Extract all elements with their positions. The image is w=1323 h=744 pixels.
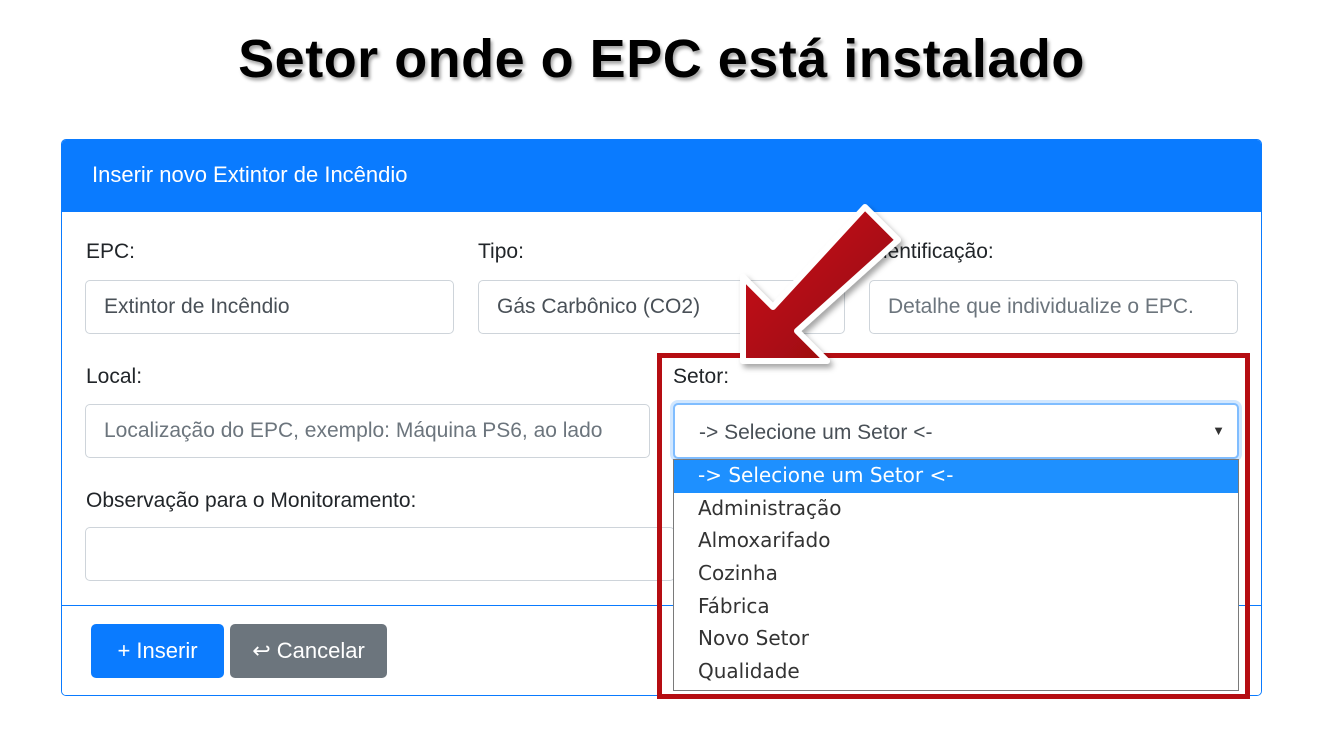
identificacao-label: Identificação: bbox=[870, 240, 994, 263]
epc-label: EPC: bbox=[86, 240, 136, 263]
setor-option[interactable]: Fábrica bbox=[674, 591, 1238, 624]
tipo-field[interactable]: Gás Carbônico (CO2) bbox=[478, 280, 845, 334]
observacao-label: Observação para o Monitoramento: bbox=[86, 489, 417, 512]
setor-select[interactable]: -> Selecione um Setor <- ▼ bbox=[673, 403, 1239, 459]
epc-field[interactable]: Extintor de Incêndio bbox=[85, 280, 454, 334]
cancel-button[interactable]: ↩ Cancelar bbox=[230, 624, 387, 678]
observacao-field[interactable] bbox=[85, 527, 675, 581]
caret-down-icon: ▼ bbox=[1212, 423, 1225, 438]
setor-label: Setor: bbox=[673, 365, 730, 388]
insert-button[interactable]: + Inserir bbox=[91, 624, 224, 678]
setor-option[interactable]: Cozinha bbox=[674, 558, 1238, 591]
identificacao-field[interactable]: Detalhe que individualize o EPC. bbox=[869, 280, 1238, 334]
card-header: Inserir novo Extintor de Incêndio bbox=[62, 140, 1261, 212]
setor-option[interactable]: Novo Setor bbox=[674, 623, 1238, 656]
setor-option[interactable]: -> Selecione um Setor <- bbox=[674, 460, 1238, 493]
tipo-label: Tipo: bbox=[478, 240, 524, 263]
slide-title: Setor onde o EPC está instalado bbox=[238, 29, 1085, 89]
setor-dropdown-list[interactable]: -> Selecione um Setor <- Administração A… bbox=[673, 459, 1239, 691]
local-label: Local: bbox=[86, 365, 143, 388]
setor-selected-value: -> Selecione um Setor <- bbox=[699, 421, 933, 444]
setor-option[interactable]: Administração bbox=[674, 493, 1238, 526]
setor-option[interactable]: Qualidade bbox=[674, 656, 1238, 689]
local-field[interactable]: Localização do EPC, exemplo: Máquina PS6… bbox=[85, 404, 650, 458]
setor-option[interactable]: Almoxarifado bbox=[674, 525, 1238, 558]
